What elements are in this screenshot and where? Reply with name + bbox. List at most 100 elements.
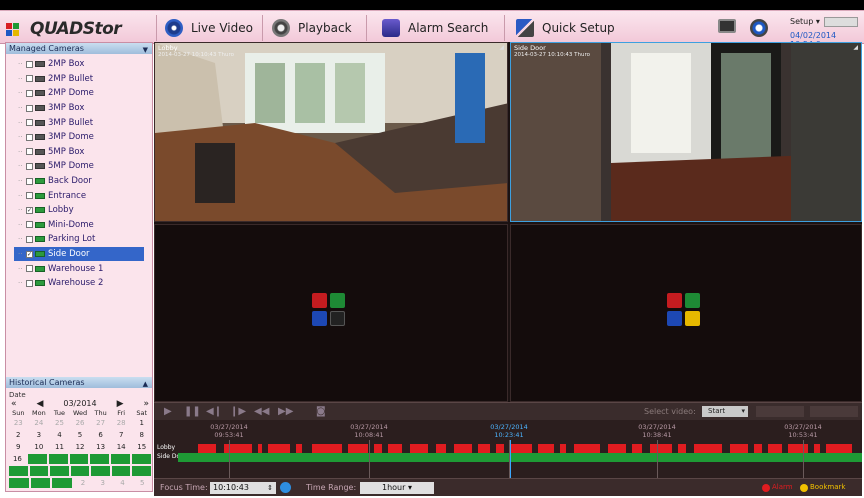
camera-checkbox[interactable] xyxy=(26,162,33,170)
calendar-day[interactable]: 9 xyxy=(8,441,29,453)
calendar-day[interactable]: 2 xyxy=(73,477,93,489)
nav-quick-setup[interactable]: Quick Setup xyxy=(516,17,615,39)
alarm-segment[interactable] xyxy=(678,444,686,453)
camera-item[interactable]: ·· 2MP Box xyxy=(14,57,152,72)
camera-checkbox[interactable] xyxy=(26,104,33,112)
camera-checkbox[interactable] xyxy=(26,89,33,97)
next-month-icon[interactable]: ▶ xyxy=(117,399,124,409)
calendar-day[interactable]: 27 xyxy=(90,465,111,477)
calendar-day[interactable]: 5 xyxy=(132,477,152,489)
camera-item[interactable]: ·· Entrance xyxy=(14,188,152,203)
video-tile-side-door[interactable]: Side Door 2014-03-27 10:10:43 Thuro ◢ xyxy=(510,42,862,222)
nav-playback[interactable]: Playback xyxy=(272,17,352,39)
calendar-day[interactable]: 26 xyxy=(69,465,91,477)
tile-close-icon[interactable]: ◢ xyxy=(853,44,858,51)
play-icon[interactable]: ▶ xyxy=(164,406,172,417)
calendar-day[interactable]: 25 xyxy=(49,465,70,477)
snapshot-icon[interactable]: ◙ xyxy=(316,406,326,417)
calendar-day[interactable]: 24 xyxy=(28,465,50,477)
alarm-segment[interactable] xyxy=(258,444,262,453)
calendar-day[interactable]: 26 xyxy=(70,417,91,429)
camera-item[interactable]: ·· Parking Lot xyxy=(14,232,152,247)
camera-item[interactable]: ·· Mini-Dome xyxy=(14,218,152,233)
alarm-segment[interactable] xyxy=(268,444,290,453)
camera-checkbox[interactable] xyxy=(26,133,33,141)
camera-checkbox[interactable] xyxy=(26,60,33,68)
alarm-segment[interactable] xyxy=(388,444,402,453)
alarm-segment[interactable] xyxy=(826,444,852,453)
calendar-day[interactable]: 2 xyxy=(8,429,29,441)
alarm-segment[interactable] xyxy=(436,444,446,453)
camera-item[interactable]: ·· ✓ Side Door xyxy=(14,246,144,262)
calendar-day[interactable]: 18 xyxy=(47,453,69,465)
calendar-day[interactable]: 25 xyxy=(49,417,70,429)
calendar-day[interactable]: 4 xyxy=(49,429,70,441)
alarm-segment[interactable] xyxy=(608,444,626,453)
alarm-segment[interactable] xyxy=(496,444,504,453)
calendar-day[interactable]: 10 xyxy=(29,441,50,453)
camera-item[interactable]: ·· 3MP Bullet xyxy=(14,115,152,130)
go-icon[interactable] xyxy=(280,482,291,493)
alarm-segment[interactable] xyxy=(374,444,382,453)
alarm-segment[interactable] xyxy=(312,444,342,453)
rewind-icon[interactable]: ◀◀ xyxy=(254,406,269,417)
alarm-segment[interactable] xyxy=(814,444,820,453)
camera-checkbox[interactable] xyxy=(26,119,33,127)
camera-item[interactable]: ·· 3MP Dome xyxy=(14,130,152,145)
camera-checkbox[interactable]: ✓ xyxy=(26,206,33,214)
spinner-icon[interactable]: ⇕ xyxy=(267,482,273,494)
camera-checkbox[interactable] xyxy=(26,265,33,273)
alarm-segment[interactable] xyxy=(348,444,368,453)
calendar-day[interactable]: 15 xyxy=(131,441,152,453)
camera-checkbox[interactable] xyxy=(26,148,33,156)
camera-checkbox[interactable]: ✓ xyxy=(26,250,33,258)
alarm-segment[interactable] xyxy=(574,444,600,453)
recording-track[interactable] xyxy=(178,453,862,462)
alarm-segment[interactable] xyxy=(788,444,808,453)
camera-item[interactable]: ·· 5MP Dome xyxy=(14,159,152,174)
camera-item[interactable]: ·· ✓ Lobby xyxy=(14,203,152,218)
camera-checkbox[interactable] xyxy=(26,279,33,287)
time-range-dropdown[interactable]: 1hour ▾ xyxy=(360,482,434,494)
camera-checkbox[interactable] xyxy=(26,221,33,229)
alarm-segment[interactable] xyxy=(730,444,748,453)
alarm-segment[interactable] xyxy=(754,444,762,453)
alarm-segment[interactable] xyxy=(410,444,428,453)
select-video-dropdown[interactable]: Start ▾ xyxy=(702,406,748,417)
disabled-button[interactable] xyxy=(810,406,858,417)
alarm-segment[interactable] xyxy=(768,444,782,453)
camera-item[interactable]: ·· 2MP Dome xyxy=(14,86,152,101)
alarm-segment[interactable] xyxy=(510,444,532,453)
alarm-segment[interactable] xyxy=(478,444,490,453)
prev-month-icon[interactable]: ◀ xyxy=(36,399,43,409)
managed-cameras-header[interactable]: Managed Cameras ▼ xyxy=(6,43,152,54)
collapse-down-icon[interactable]: ▼ xyxy=(143,45,148,56)
alarm-segment[interactable] xyxy=(694,444,722,453)
calendar-day[interactable]: 28 xyxy=(111,417,132,429)
calendar-day[interactable]: 27 xyxy=(90,417,111,429)
alarm-track[interactable] xyxy=(178,444,862,453)
focus-time-input[interactable]: 10:10:43 ⇕ xyxy=(210,482,276,494)
calendar-day[interactable]: 3 xyxy=(29,429,50,441)
calendar-day[interactable]: 3 xyxy=(93,477,113,489)
video-tile-empty[interactable] xyxy=(510,224,862,402)
camera-item[interactable]: ·· 2MP Bullet xyxy=(14,72,152,87)
step-forward-icon[interactable]: ❙▶ xyxy=(230,406,246,417)
next-year-icon[interactable]: » xyxy=(143,399,149,409)
historical-cameras-header[interactable]: Historical Cameras ▲ xyxy=(6,377,152,388)
setup-button-box[interactable] xyxy=(824,17,858,27)
calendar-day[interactable]: 17 xyxy=(26,453,48,465)
calendar-day[interactable]: 16 xyxy=(8,453,27,465)
fast-forward-icon[interactable]: ▶▶ xyxy=(278,406,293,417)
alarm-segment[interactable] xyxy=(632,444,642,453)
disabled-button[interactable] xyxy=(756,406,804,417)
calendar-day[interactable]: 30 xyxy=(8,477,30,489)
calendar-day[interactable]: 11 xyxy=(49,441,70,453)
calendar-day[interactable]: 14 xyxy=(111,441,132,453)
alarm-segment[interactable] xyxy=(538,444,554,453)
expand-up-icon[interactable]: ▲ xyxy=(143,379,148,390)
monitor-icon[interactable] xyxy=(718,19,736,33)
calendar-day[interactable]: 4 xyxy=(113,477,133,489)
calendar-day[interactable]: 19 xyxy=(68,453,90,465)
calendar-day[interactable]: 28 xyxy=(110,465,132,477)
